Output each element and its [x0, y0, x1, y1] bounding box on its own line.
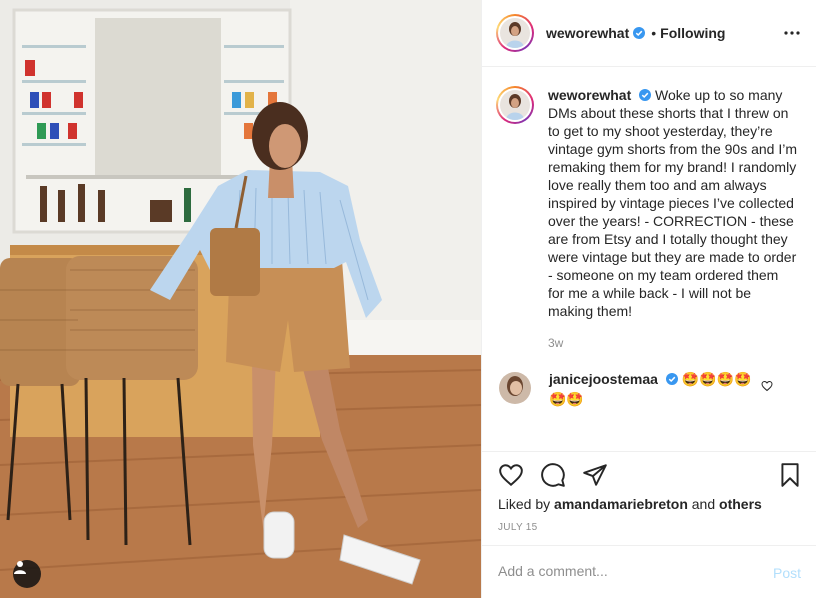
commenter-avatar[interactable]: [499, 372, 531, 404]
comments-list[interactable]: weworewhat Woke up to so many DMs about …: [482, 68, 816, 450]
author-avatar[interactable]: [496, 14, 534, 52]
commenter-avatar-image: [499, 372, 531, 404]
post-caption: weworewhat Woke up to so many DMs about …: [496, 86, 801, 352]
post-actions: Liked by amandamariebreton and others JU…: [482, 451, 816, 598]
caption-avatar-image: [500, 90, 530, 120]
add-comment-bar: Post: [482, 545, 816, 598]
post-comment-button[interactable]: Post: [773, 565, 801, 581]
liked-by-user[interactable]: amandamariebreton: [554, 496, 688, 512]
comment-body: janicejoostemaa 🤩🤩🤩🤩 🤩🤩: [549, 370, 759, 410]
header-separator: •: [651, 25, 657, 41]
author-username[interactable]: weworewhat: [546, 25, 629, 41]
bookmark-icon[interactable]: [777, 462, 803, 488]
more-horizontal-icon[interactable]: [783, 24, 801, 42]
paper-plane-icon[interactable]: [582, 462, 608, 488]
verified-badge-icon: [639, 89, 652, 101]
caption-author-avatar[interactable]: [496, 86, 534, 124]
post-side-panel: weworewhat • Following weworewhat Woke u…: [481, 0, 816, 598]
liked-by-prefix: Liked by: [498, 496, 551, 512]
caption-text: Woke up to so many DMs about these short…: [548, 87, 797, 319]
comment-like-heart-icon[interactable]: [761, 380, 773, 392]
liked-by-others[interactable]: others: [719, 496, 762, 512]
liked-by-joiner: and: [691, 496, 716, 512]
post-header: weworewhat • Following: [482, 0, 816, 67]
photo-illustration: [0, 0, 481, 598]
author-avatar-image: [500, 18, 530, 48]
add-comment-input[interactable]: [498, 563, 758, 579]
post-age[interactable]: 3w: [548, 334, 798, 352]
caption-body: weworewhat Woke up to so many DMs about …: [548, 86, 798, 352]
post-photo[interactable]: [0, 0, 481, 598]
comment-bubble-icon[interactable]: [540, 462, 566, 488]
following-button[interactable]: Following: [660, 25, 725, 41]
caption-username[interactable]: weworewhat: [548, 87, 631, 103]
post-date[interactable]: JULY 15: [498, 522, 538, 533]
user-tag-icon: [14, 561, 26, 574]
user-tag-button[interactable]: [13, 560, 41, 588]
liked-by-line: Liked by amandamariebreton and others: [498, 496, 762, 512]
verified-badge-icon: [665, 373, 678, 385]
verified-badge-icon: [633, 27, 646, 39]
action-icons: [498, 462, 608, 488]
comment-item: janicejoostemaa 🤩🤩🤩🤩 🤩🤩: [496, 370, 801, 410]
commenter-username[interactable]: janicejoostemaa: [549, 371, 658, 387]
heart-icon[interactable]: [498, 462, 524, 488]
